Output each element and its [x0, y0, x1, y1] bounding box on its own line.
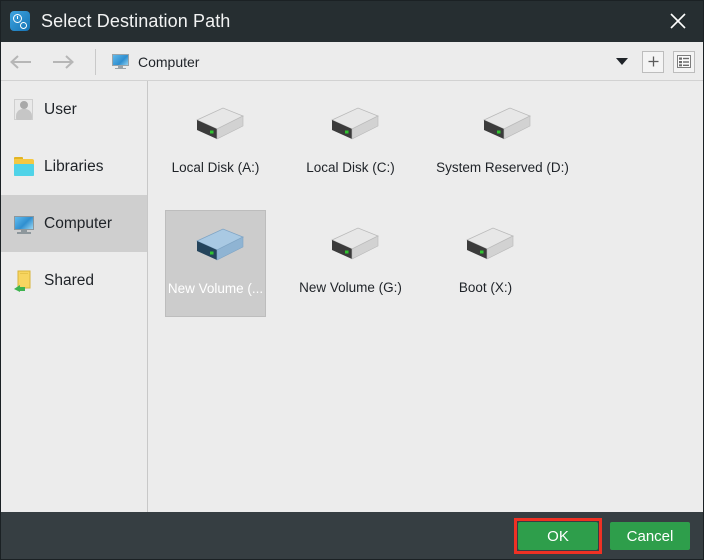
- hard-drive-icon: [320, 104, 382, 148]
- sidebar-item-libraries[interactable]: Libraries: [0, 138, 147, 195]
- select-destination-path-dialog: Select Destination Path Computer User Li…: [0, 0, 704, 560]
- plus-icon: [648, 56, 658, 67]
- libraries-folder-icon: [13, 156, 35, 178]
- arrow-left-icon: [10, 54, 31, 69]
- address-bar[interactable]: Computer: [96, 43, 602, 81]
- window-title: Select Destination Path: [41, 10, 231, 31]
- list-item-label: Local Disk (C:): [306, 160, 395, 175]
- sidebar-item-label: User: [44, 100, 77, 118]
- hard-drive-icon: [185, 225, 247, 269]
- list-item-label: New Volume (G:): [299, 280, 402, 295]
- sidebar: User Libraries Computer Shared: [0, 81, 148, 512]
- sidebar-item-label: Shared: [44, 271, 94, 289]
- sidebar-item-shared[interactable]: Shared: [0, 252, 147, 309]
- forward-button[interactable]: [42, 43, 84, 81]
- sidebar-item-label: Computer: [44, 214, 113, 232]
- drive-grid: Local Disk (A:) Local Disk (C:) System R…: [149, 81, 704, 512]
- new-folder-button[interactable]: [642, 50, 664, 73]
- sidebar-item-computer[interactable]: Computer: [0, 195, 147, 252]
- list-item[interactable]: New Volume (...: [165, 210, 266, 317]
- computer-monitor-icon: [13, 213, 35, 235]
- arrow-right-icon: [53, 54, 74, 69]
- ok-button[interactable]: OK: [518, 522, 598, 550]
- computer-monitor-icon: [112, 54, 129, 69]
- address-bar-label: Computer: [138, 53, 200, 70]
- list-item[interactable]: New Volume (G:): [299, 210, 402, 317]
- view-mode-button[interactable]: [673, 50, 695, 73]
- list-item-label: System Reserved (D:): [436, 160, 569, 175]
- list-item[interactable]: Boot (X:): [435, 210, 536, 317]
- list-item[interactable]: System Reserved (D:): [435, 90, 570, 197]
- list-item-label: New Volume (...: [167, 281, 264, 296]
- back-button[interactable]: [0, 43, 42, 81]
- list-item-label: Boot (X:): [458, 280, 513, 295]
- clock-gear-icon: [10, 11, 30, 31]
- user-icon: [13, 98, 35, 121]
- hard-drive-icon: [455, 224, 517, 268]
- title-bar: Select Destination Path: [0, 0, 704, 42]
- hard-drive-icon: [185, 104, 247, 148]
- list-item[interactable]: Local Disk (C:): [300, 90, 401, 197]
- dialog-footer: OK Cancel: [0, 512, 704, 560]
- dialog-body: User Libraries Computer Shared Local Dis…: [0, 81, 704, 512]
- sidebar-item-user[interactable]: User: [0, 81, 147, 138]
- chevron-down-icon[interactable]: [602, 43, 642, 81]
- shared-folder-icon: [13, 270, 35, 292]
- list-item-label: Local Disk (A:): [171, 160, 260, 175]
- cancel-button[interactable]: Cancel: [610, 522, 690, 550]
- navigation-toolbar: Computer: [0, 42, 704, 81]
- list-item[interactable]: Local Disk (A:): [165, 90, 266, 197]
- hard-drive-icon: [472, 104, 534, 148]
- close-icon[interactable]: [652, 0, 704, 42]
- list-view-icon: [677, 55, 691, 68]
- hard-drive-icon: [320, 224, 382, 268]
- sidebar-item-label: Libraries: [44, 157, 104, 175]
